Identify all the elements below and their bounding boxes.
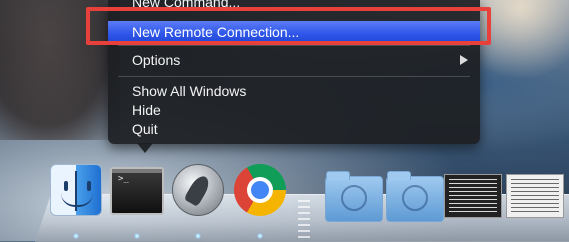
applications-folder-icon[interactable] bbox=[325, 171, 383, 222]
running-indicator bbox=[257, 233, 263, 239]
menu-separator bbox=[118, 76, 470, 77]
finder-eye bbox=[64, 181, 68, 191]
chrome-center bbox=[251, 181, 269, 199]
finder-eye bbox=[87, 181, 91, 191]
dock-separator bbox=[298, 200, 310, 238]
rocket-icon bbox=[183, 173, 213, 207]
chrome-icon[interactable] bbox=[234, 164, 286, 216]
launchpad-icon[interactable] bbox=[172, 164, 224, 216]
document-lines bbox=[511, 179, 559, 213]
submenu-arrow-icon bbox=[460, 55, 468, 65]
finder-smile bbox=[61, 193, 93, 207]
download-arrow-icon bbox=[402, 185, 428, 211]
running-indicator bbox=[73, 233, 79, 239]
document-thumbnail-icon[interactable] bbox=[506, 174, 564, 218]
downloads-folder-icon[interactable] bbox=[386, 171, 444, 222]
menu-item-options[interactable]: Options bbox=[108, 50, 480, 70]
menu-item-hide[interactable]: Hide bbox=[108, 100, 480, 120]
menu-pointer bbox=[137, 143, 153, 153]
running-indicator bbox=[134, 233, 140, 239]
highlight-annotation-box bbox=[86, 7, 491, 45]
menu-item-options-label: Options bbox=[132, 52, 181, 68]
menu-item-quit[interactable]: Quit bbox=[108, 119, 480, 139]
document-thumbnail-icon[interactable] bbox=[444, 174, 502, 218]
finder-icon[interactable] bbox=[50, 164, 102, 216]
terminal-prompt: >_ bbox=[118, 174, 129, 184]
terminal-icon[interactable]: >_ bbox=[110, 167, 164, 215]
menu-item-show-all-windows[interactable]: Show All Windows bbox=[108, 81, 480, 101]
document-lines bbox=[449, 179, 497, 213]
terminal-titlebar bbox=[112, 169, 162, 173]
menu-separator bbox=[118, 45, 470, 46]
running-indicator bbox=[195, 233, 201, 239]
app-store-mark-icon bbox=[341, 185, 367, 211]
